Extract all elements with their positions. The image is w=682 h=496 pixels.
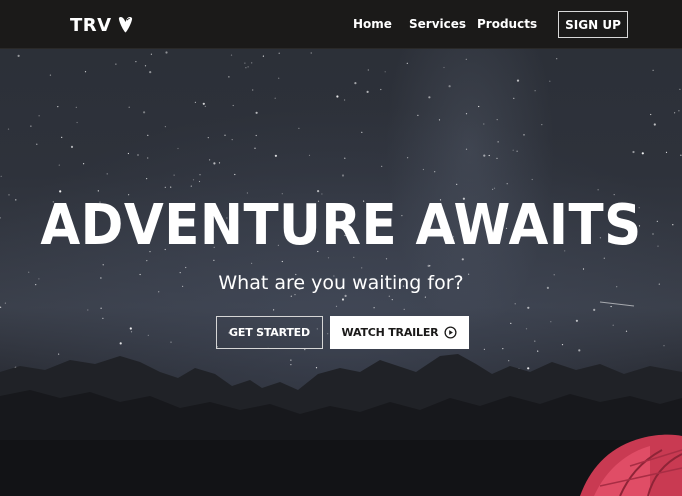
top-navbar: TRV Home Services Products SIGN UP (0, 0, 682, 49)
watch-trailer-button[interactable]: WATCH TRAILER (330, 316, 469, 349)
red-tent-image (580, 434, 682, 496)
brand-name: TRV (70, 14, 112, 36)
sign-up-label: SIGN UP (565, 17, 621, 32)
get-started-label: GET STARTED (229, 326, 310, 339)
nav-link-home[interactable]: Home (353, 17, 392, 31)
brand-logo[interactable]: TRV (70, 13, 134, 37)
sign-up-button[interactable]: SIGN UP (558, 11, 628, 38)
hero-headline: ADVENTURE AWAITS (40, 193, 642, 258)
typo3-logo-icon (118, 16, 132, 33)
watch-trailer-label: WATCH TRAILER (341, 326, 439, 339)
hero-subheadline: What are you waiting for? (218, 272, 464, 294)
nav-link-services[interactable]: Services (409, 17, 466, 31)
get-started-button[interactable]: GET STARTED (216, 316, 323, 349)
play-circle-icon (444, 326, 457, 339)
hero-section: ADVENTURE AWAITS What are you waiting fo… (0, 0, 682, 496)
nav-link-products[interactable]: Products (477, 17, 537, 31)
